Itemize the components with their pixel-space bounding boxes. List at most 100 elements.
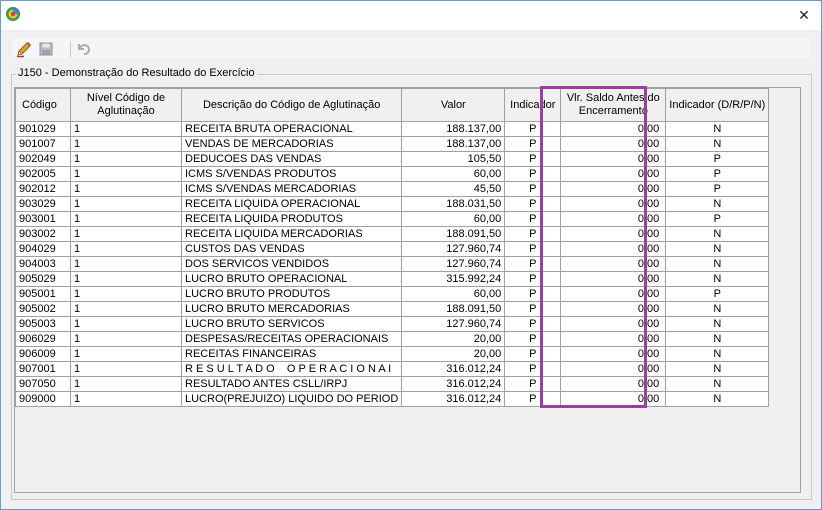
table-row[interactable]: 903002 1 RECEITA LIQUIDA MERCADORIAS 188.09… xyxy=(15,226,770,242)
cell-codigo[interactable]: 907001 xyxy=(15,361,71,377)
table-row[interactable]: 905001 1 LUCRO BRUTO PRODUTOS 60,00 P 0,00 P xyxy=(15,286,770,302)
cell-vlr-saldo[interactable]: 0,00 xyxy=(560,331,667,347)
cell-valor[interactable]: 127.960,74 xyxy=(401,256,506,272)
close-button[interactable]: ✕ xyxy=(787,1,821,30)
cell-descricao[interactable]: R E S U L T A D O O P E R A C I O N A I xyxy=(180,361,403,377)
save-button[interactable] xyxy=(36,40,56,58)
cell-nivel[interactable]: 1 xyxy=(70,166,182,182)
table-row[interactable]: 906009 1 RECEITAS FINANCEIRAS 20,00 P 0,00 N xyxy=(15,346,770,362)
cell-vlr-saldo[interactable]: 0,00 xyxy=(560,211,667,227)
col-header-nivel[interactable]: Nível Código de Aglutinação xyxy=(70,88,182,122)
cell-descricao[interactable]: CUSTOS DAS VENDAS xyxy=(180,241,403,257)
cell-nivel[interactable]: 1 xyxy=(70,136,182,152)
cell-valor[interactable]: 60,00 xyxy=(401,211,506,227)
cell-nivel[interactable]: 1 xyxy=(70,331,182,347)
cell-indicador[interactable]: P xyxy=(504,151,562,167)
edit-button[interactable] xyxy=(14,40,34,58)
cell-nivel[interactable]: 1 xyxy=(70,286,182,302)
cell-indicador-drpn[interactable]: N xyxy=(665,256,770,272)
cell-vlr-saldo[interactable]: 0,00 xyxy=(560,121,667,137)
cell-descricao[interactable]: LUCRO BRUTO MERCADORIAS xyxy=(180,301,403,317)
cell-descricao[interactable]: RECEITA LIQUIDA MERCADORIAS xyxy=(180,226,403,242)
cell-descricao[interactable]: ICMS S/VENDAS PRODUTOS xyxy=(180,166,403,182)
table-row[interactable]: 905029 1 LUCRO BRUTO OPERACIONAL 315.992,24… xyxy=(15,271,770,287)
cell-codigo[interactable]: 902049 xyxy=(15,151,71,167)
cell-nivel[interactable]: 1 xyxy=(70,391,182,407)
cell-indicador[interactable]: P xyxy=(504,301,562,317)
cell-codigo[interactable]: 905002 xyxy=(15,301,71,317)
cell-valor[interactable]: 20,00 xyxy=(401,331,506,347)
cell-codigo[interactable]: 905003 xyxy=(15,316,71,332)
cell-vlr-saldo[interactable]: 0,00 xyxy=(560,151,667,167)
cell-indicador[interactable]: P xyxy=(504,271,562,287)
cell-indicador-drpn[interactable]: P xyxy=(665,181,770,197)
cell-valor[interactable]: 45,50 xyxy=(401,181,506,197)
cell-vlr-saldo[interactable]: 0,00 xyxy=(560,286,667,302)
cell-vlr-saldo[interactable]: 0,00 xyxy=(560,301,667,317)
table-row[interactable]: 905002 1 LUCRO BRUTO MERCADORIAS 188.091,50… xyxy=(15,301,770,317)
table-row[interactable]: 901029 1 RECEITA BRUTA OPERACIONAL 188.137,… xyxy=(15,121,770,137)
cell-indicador-drpn[interactable]: N xyxy=(665,346,770,362)
cell-vlr-saldo[interactable]: 0,00 xyxy=(560,226,667,242)
cell-valor[interactable]: 188.031,50 xyxy=(401,196,506,212)
col-header-indicador-drpn[interactable]: Indicador (D/R/P/N) xyxy=(665,88,770,122)
cell-indicador-drpn[interactable]: N xyxy=(665,136,770,152)
cell-indicador[interactable]: P xyxy=(504,166,562,182)
table-row[interactable]: 902005 1 ICMS S/VENDAS PRODUTOS 60,00 P 0,00 P xyxy=(15,166,770,182)
cell-descricao[interactable]: RECEITAS FINANCEIRAS xyxy=(180,346,403,362)
cell-codigo[interactable]: 902012 xyxy=(15,181,71,197)
cell-descricao[interactable]: RECEITA BRUTA OPERACIONAL xyxy=(180,121,403,137)
cell-descricao[interactable]: LUCRO BRUTO PRODUTOS xyxy=(180,286,403,302)
cell-nivel[interactable]: 1 xyxy=(70,271,182,287)
cell-valor[interactable]: 127.960,74 xyxy=(401,241,506,257)
cell-descricao[interactable]: LUCRO(PREJUIZO) LIQUIDO DO PERIOD xyxy=(180,391,403,407)
cell-codigo[interactable]: 905029 xyxy=(15,271,71,287)
cell-vlr-saldo[interactable]: 0,00 xyxy=(560,166,667,182)
cell-nivel[interactable]: 1 xyxy=(70,196,182,212)
cell-indicador[interactable]: P xyxy=(504,376,562,392)
table-row[interactable]: 901007 1 VENDAS DE MERCADORIAS 188.137,00 P 0… xyxy=(15,136,770,152)
table-row[interactable]: 902012 1 ICMS S/VENDAS MERCADORIAS 45,50 P 0,… xyxy=(15,181,770,197)
cell-codigo[interactable]: 906029 xyxy=(15,331,71,347)
cell-indicador[interactable]: P xyxy=(504,211,562,227)
table-row[interactable]: 907050 1 RESULTADO ANTES CSLL/IRPJ 316.012,… xyxy=(15,376,770,392)
cell-descricao[interactable]: VENDAS DE MERCADORIAS xyxy=(180,136,403,152)
cell-indicador[interactable]: P xyxy=(504,331,562,347)
cell-indicador[interactable]: P xyxy=(504,256,562,272)
cell-nivel[interactable]: 1 xyxy=(70,211,182,227)
table-row[interactable]: 904003 1 DOS SERVICOS VENDIDOS 127.960,74 P 0… xyxy=(15,256,770,272)
table-row[interactable]: 904029 1 CUSTOS DAS VENDAS 127.960,74 P 0,00 N xyxy=(15,241,770,257)
cell-indicador-drpn[interactable]: N xyxy=(665,361,770,377)
cell-valor[interactable]: 188.091,50 xyxy=(401,226,506,242)
cell-vlr-saldo[interactable]: 0,00 xyxy=(560,316,667,332)
cell-indicador[interactable]: P xyxy=(504,121,562,137)
cell-nivel[interactable]: 1 xyxy=(70,226,182,242)
cell-indicador-drpn[interactable]: N xyxy=(665,121,770,137)
cell-descricao[interactable]: LUCRO BRUTO OPERACIONAL xyxy=(180,271,403,287)
table-row[interactable]: 909000 1 LUCRO(PREJUIZO) LIQUIDO DO PERIOD… xyxy=(15,391,770,407)
cell-indicador-drpn[interactable]: N xyxy=(665,241,770,257)
table-row[interactable]: 906029 1 DESPESAS/RECEITAS OPERACIONAIS 20,… xyxy=(15,331,770,347)
cell-valor[interactable]: 315.992,24 xyxy=(401,271,506,287)
cell-nivel[interactable]: 1 xyxy=(70,316,182,332)
cell-codigo[interactable]: 901029 xyxy=(15,121,71,137)
cell-vlr-saldo[interactable]: 0,00 xyxy=(560,196,667,212)
cell-vlr-saldo[interactable]: 0,00 xyxy=(560,271,667,287)
cell-nivel[interactable]: 1 xyxy=(70,256,182,272)
cell-codigo[interactable]: 903001 xyxy=(15,211,71,227)
col-header-indicador[interactable]: Indicador xyxy=(504,88,562,122)
col-header-descricao[interactable]: Descrição do Código de Aglutinação xyxy=(180,88,403,122)
cell-vlr-saldo[interactable]: 0,00 xyxy=(560,241,667,257)
cell-indicador-drpn[interactable]: P xyxy=(665,166,770,182)
table-row[interactable]: 903001 1 RECEITA LIQUIDA PRODUTOS 60,00 P 0,0… xyxy=(15,211,770,227)
cell-indicador[interactable]: P xyxy=(504,181,562,197)
cell-indicador[interactable]: P xyxy=(504,196,562,212)
cell-valor[interactable]: 188.137,00 xyxy=(401,136,506,152)
cell-codigo[interactable]: 909000 xyxy=(15,391,71,407)
undo-button[interactable] xyxy=(74,40,94,58)
cell-vlr-saldo[interactable]: 0,00 xyxy=(560,181,667,197)
cell-indicador-drpn[interactable]: P xyxy=(665,151,770,167)
cell-codigo[interactable]: 902005 xyxy=(15,166,71,182)
cell-indicador-drpn[interactable]: N xyxy=(665,301,770,317)
table-row[interactable]: 902049 1 DEDUCOES DAS VENDAS 105,50 P 0,00 P xyxy=(15,151,770,167)
